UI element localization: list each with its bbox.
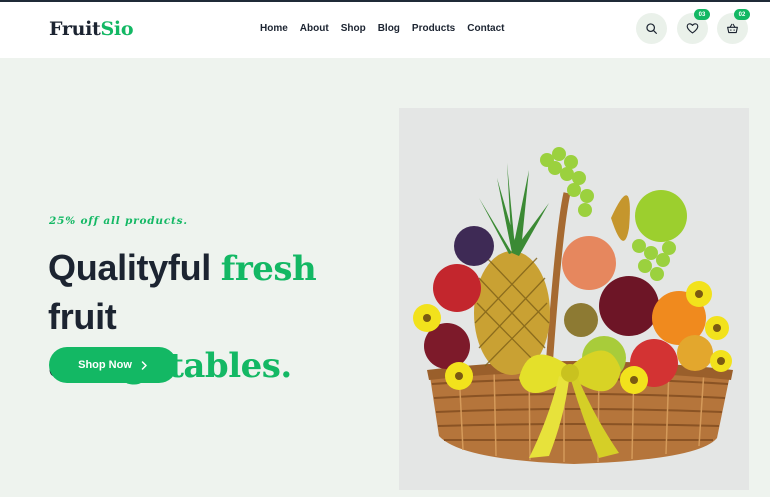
fruit-basket-image xyxy=(399,108,749,490)
shop-now-button[interactable]: Shop Now xyxy=(49,347,177,383)
shop-now-label: Shop Now xyxy=(78,359,132,371)
brand-name-part1: Fruit xyxy=(49,18,101,40)
wishlist-count-badge: 03 xyxy=(694,9,710,20)
nav-item-blog[interactable]: Blog xyxy=(378,23,400,34)
site-header: FruitSio Home About Shop Blog Products C… xyxy=(0,2,770,58)
nav-item-about[interactable]: About xyxy=(300,23,329,34)
cart-count-badge: 02 xyxy=(734,9,750,20)
search-button[interactable] xyxy=(636,13,667,44)
basket-icon xyxy=(727,23,738,34)
main-menu: Home About Shop Blog Products Contact xyxy=(260,23,516,34)
headline-text-2: fruit xyxy=(48,296,117,337)
headline-text-1: Qualityful xyxy=(48,247,221,288)
heart-icon xyxy=(686,23,699,34)
fruit-basket-illustration xyxy=(413,147,733,464)
wishlist-button[interactable]: 03 xyxy=(677,9,710,44)
chevron-right-icon xyxy=(141,360,147,370)
nav-item-home[interactable]: Home xyxy=(260,23,288,34)
nav-item-contact[interactable]: Contact xyxy=(467,23,504,34)
promo-text: 25% off all products. xyxy=(49,215,188,227)
nav-item-shop[interactable]: Shop xyxy=(341,23,366,34)
nav-item-products[interactable]: Products xyxy=(412,23,455,34)
search-icon xyxy=(646,23,657,34)
cart-button[interactable]: 02 xyxy=(717,9,750,44)
headline-highlight-fresh: fresh xyxy=(220,249,317,289)
brand-name-part2: Sio xyxy=(100,18,134,40)
brand-logo[interactable]: FruitSio xyxy=(49,18,134,40)
